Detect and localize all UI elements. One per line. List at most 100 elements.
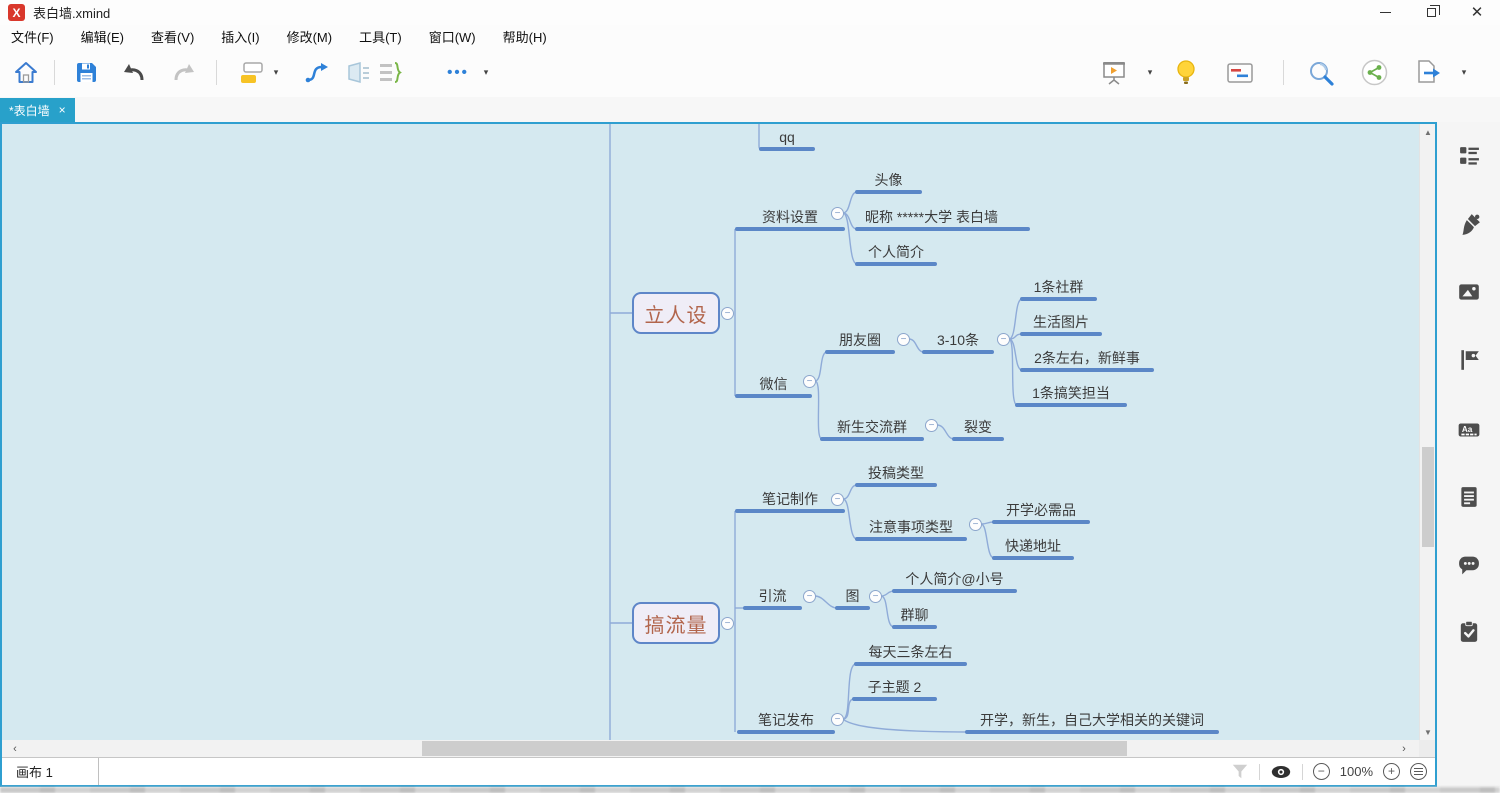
- menu-file[interactable]: 文件(F): [11, 27, 54, 46]
- home-button[interactable]: [10, 56, 42, 89]
- topic-kaixue-bixupin[interactable]: 开学必需品: [994, 500, 1088, 520]
- topic-kuaidi-dizhi[interactable]: 快递地址: [994, 536, 1072, 556]
- tab-close-icon[interactable]: ×: [59, 104, 66, 116]
- menu-bar: 文件(F) 编辑(E) 查看(V) 插入(I) 修改(M) 工具(T) 窗口(W…: [0, 25, 1500, 48]
- topic-1-tiao-gaoxiao[interactable]: 1条搞笑担当: [1017, 383, 1125, 403]
- topic-2-tiao-xinxianshi[interactable]: 2条左右，新鲜事: [1022, 348, 1152, 368]
- task-panel-button[interactable]: [1457, 620, 1481, 644]
- notes-icon: [1457, 485, 1481, 509]
- sheet-tab-canvas-1[interactable]: 画布 1: [2, 758, 99, 785]
- restore-button[interactable]: [1408, 0, 1454, 25]
- topic-weixin[interactable]: 微信: [737, 374, 810, 394]
- topic-meitian-santiao[interactable]: 每天三条左右: [856, 642, 965, 662]
- topic-jianjie-xiaohao[interactable]: 个人简介@小号: [894, 569, 1015, 589]
- topic-tu[interactable]: 图: [837, 586, 868, 606]
- share-button[interactable]: [1358, 56, 1390, 89]
- close-button[interactable]: ✕: [1454, 0, 1500, 25]
- collapse-button[interactable]: −: [969, 518, 982, 531]
- image-panel-button[interactable]: [1457, 280, 1481, 304]
- document-tab-bar: *表白墙 ×: [0, 97, 1500, 122]
- topic-liebian[interactable]: 裂变: [954, 417, 1002, 437]
- horizontal-scroll-thumb[interactable]: [422, 741, 1127, 756]
- menu-insert[interactable]: 插入(I): [221, 27, 259, 46]
- topic-ziliao-shezhi[interactable]: 资料设置: [737, 207, 843, 227]
- collapse-button[interactable]: −: [803, 590, 816, 603]
- collapse-button[interactable]: −: [831, 207, 844, 220]
- save-button[interactable]: [70, 56, 102, 89]
- collapse-button[interactable]: −: [897, 333, 910, 346]
- topic-tougao-leixing[interactable]: 投稿类型: [857, 463, 935, 483]
- comments-panel-button[interactable]: [1457, 553, 1481, 577]
- more-tools-dropdown[interactable]: ▾: [478, 56, 494, 89]
- topic-nicheng[interactable]: 昵称 *****大学 表白墙: [857, 207, 1028, 227]
- topic-guanjianci[interactable]: 开学，新生，自己大学相关的关键词: [967, 710, 1217, 730]
- export-button[interactable]: [1412, 56, 1444, 89]
- scroll-right-arrow[interactable]: ›: [1395, 740, 1413, 757]
- gantt-button[interactable]: [1224, 56, 1256, 89]
- notes-panel-button[interactable]: [1457, 485, 1481, 509]
- scroll-down-arrow[interactable]: ▼: [1420, 724, 1435, 740]
- summary-button[interactable]: [374, 56, 406, 89]
- topic-xinsheng-jiaoliuqun[interactable]: 新生交流群: [822, 417, 922, 437]
- topic-3-10-tiao[interactable]: 3-10条: [924, 330, 992, 350]
- topic-shenghuo-tupian[interactable]: 生活图片: [1022, 312, 1100, 332]
- collapse-button[interactable]: −: [721, 307, 734, 320]
- collapse-button[interactable]: −: [831, 713, 844, 726]
- menu-view[interactable]: 查看(V): [151, 27, 194, 46]
- topic-zhuyi-shixiang[interactable]: 注意事项类型: [857, 517, 965, 537]
- vertical-scroll-thumb[interactable]: [1422, 447, 1434, 547]
- undo-button[interactable]: [118, 56, 150, 89]
- minimize-button[interactable]: [1362, 0, 1408, 25]
- tab-biaobaiqiang[interactable]: *表白墙 ×: [0, 98, 75, 122]
- scroll-left-arrow[interactable]: ‹: [6, 740, 24, 757]
- topic-1-tiao-shequn[interactable]: 1条社群: [1022, 277, 1095, 297]
- outline-panel-button[interactable]: [1457, 143, 1481, 167]
- format-panel-button[interactable]: [1457, 213, 1481, 237]
- presentation-dropdown[interactable]: ▾: [1142, 56, 1158, 89]
- redo-button[interactable]: [168, 56, 200, 89]
- collapse-button[interactable]: −: [997, 333, 1010, 346]
- topic-pengyouquan[interactable]: 朋友圈: [827, 330, 893, 350]
- topic-biji-zhizuo[interactable]: 笔记制作: [737, 489, 843, 509]
- topic-shape-button[interactable]: [236, 56, 268, 89]
- collapse-button[interactable]: −: [721, 617, 734, 630]
- topic-biji-fabu[interactable]: 笔记发布: [739, 710, 833, 730]
- relationship-button[interactable]: [300, 56, 332, 89]
- mindmap-canvas[interactable]: 立人设 搞流量 qq 头像 昵称 *****大学 表白墙 个人简介 资料设置 朋…: [2, 124, 1435, 740]
- more-tools-button[interactable]: •••: [438, 56, 478, 89]
- export-dropdown[interactable]: ▾: [1456, 56, 1472, 89]
- idea-button[interactable]: [1170, 56, 1202, 89]
- presentation-button[interactable]: [1098, 56, 1130, 89]
- search-button[interactable]: [1305, 56, 1337, 89]
- menu-edit[interactable]: 编辑(E): [81, 27, 124, 46]
- boundary-button[interactable]: [342, 56, 374, 89]
- topic-touxiang[interactable]: 头像: [857, 170, 920, 190]
- filter-icon[interactable]: [1231, 763, 1249, 780]
- label-panel-button[interactable]: Aa: [1457, 418, 1481, 442]
- topic-li-ren-she[interactable]: 立人设: [632, 292, 720, 334]
- horizontal-scrollbar[interactable]: ‹ ›: [2, 740, 1435, 757]
- collapse-button[interactable]: −: [869, 590, 882, 603]
- topic-qunliao[interactable]: 群聊: [894, 605, 935, 625]
- menu-help[interactable]: 帮助(H): [503, 27, 547, 46]
- marker-panel-button[interactable]: [1457, 348, 1481, 372]
- menu-window[interactable]: 窗口(W): [429, 27, 476, 46]
- topic-gao-liu-liang[interactable]: 搞流量: [632, 602, 720, 644]
- eye-icon[interactable]: [1270, 764, 1292, 780]
- vertical-scrollbar[interactable]: ▲ ▼: [1419, 124, 1435, 740]
- topic-shape-dropdown[interactable]: ▾: [268, 56, 284, 89]
- zoom-out-button[interactable]: −: [1313, 763, 1330, 780]
- scroll-up-arrow[interactable]: ▲: [1420, 124, 1435, 140]
- collapse-button[interactable]: −: [925, 419, 938, 432]
- zoom-in-button[interactable]: +: [1383, 763, 1400, 780]
- fit-map-button[interactable]: [1410, 763, 1427, 780]
- topic-qq[interactable]: qq: [761, 127, 813, 147]
- collapse-button[interactable]: −: [803, 375, 816, 388]
- menu-tools[interactable]: 工具(T): [359, 27, 402, 46]
- topic-yinliu[interactable]: 引流: [745, 586, 800, 606]
- collapse-button[interactable]: −: [831, 493, 844, 506]
- minimize-icon: [1380, 12, 1391, 14]
- topic-geren-jianjie[interactable]: 个人简介: [857, 242, 935, 262]
- topic-zizhuti-2[interactable]: 子主题 2: [854, 677, 935, 697]
- menu-modify[interactable]: 修改(M): [287, 27, 333, 46]
